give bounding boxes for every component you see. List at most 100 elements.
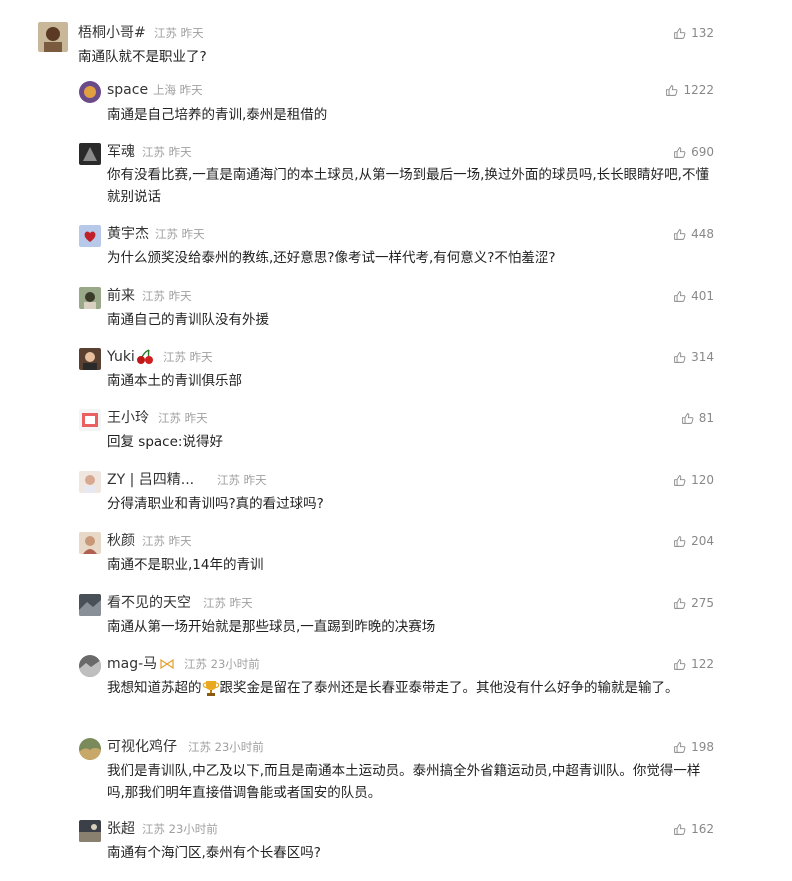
like-button[interactable]: 120 [673,471,714,489]
comment-meta: 江苏 昨天 [154,24,204,42]
reply-to-user[interactable]: space [138,434,178,450]
username[interactable]: 可视化鸡仔 [107,738,177,756]
thumbs-up-icon [674,823,686,835]
like-button[interactable]: 448 [673,225,714,243]
comment-text: 南通队就不是职业了? [78,49,207,65]
like-button[interactable]: 204 [673,532,714,550]
avatar[interactable] [38,22,68,52]
username-text[interactable]: mag-马 [107,656,157,672]
location: 江苏 [154,26,177,40]
location: 江苏 [142,534,165,548]
username[interactable]: 前来 [107,287,135,305]
comment-text: 为什么颁奖没给泰州的教练,还好意思?像考试一样代考,有何意义?不怕羞涩? [107,250,556,266]
username[interactable]: ZY | 吕四精... [107,471,194,489]
avatar[interactable] [79,532,101,554]
thumbs-up-icon [674,290,686,302]
avatar[interactable] [79,655,101,677]
username[interactable]: 秋颜 [107,532,135,550]
comment-meta: 江苏 昨天 [163,348,213,366]
like-button[interactable]: 690 [673,143,714,161]
avatar[interactable] [79,409,101,431]
comment-text: 南通是自己培养的青训,泰州是租借的 [107,107,328,123]
like-button[interactable]: 122 [673,655,714,673]
avatar[interactable] [79,81,101,103]
cherry-icon [136,349,153,364]
like-count: 690 [691,145,714,159]
like-button[interactable]: 275 [673,594,714,612]
location: 江苏 [142,145,165,159]
avatar[interactable] [79,143,101,165]
timestamp: 昨天 [229,596,253,610]
timestamp: 昨天 [189,350,213,364]
location: 江苏 [203,596,226,610]
thumbs-up-icon [674,741,686,753]
timestamp: 昨天 [168,145,192,159]
location: 江苏 [142,822,165,836]
avatar[interactable] [79,820,101,842]
timestamp: 昨天 [180,26,204,40]
avatar[interactable] [79,348,101,370]
thumbs-up-icon [674,658,686,670]
comment-text-part: 跟奖金是留在了泰州还是长春亚泰带走了。其他没有什么好争的输就是输了。 [219,680,679,696]
location: 江苏 [142,289,165,303]
comment-meta: 上海 昨天 [153,81,203,99]
username-text[interactable]: Yuki [107,349,135,365]
ribbon-icon [160,658,174,670]
avatar[interactable] [79,738,101,760]
comment-meta: 江苏 昨天 [155,225,205,243]
like-count: 162 [691,822,714,836]
like-count: 198 [691,740,714,754]
location: 江苏 [155,227,178,241]
like-button[interactable]: 132 [673,24,714,42]
thumbs-up-icon [666,84,678,96]
username[interactable]: 张超 [107,820,135,838]
like-button[interactable]: 1222 [665,81,714,99]
thumbs-up-icon [674,146,686,158]
username[interactable]: space [107,81,148,99]
comment-text: 南通从第一场开始就是那些球员,一直踢到昨晚的决赛场 [107,619,436,635]
comment-text: 南通不是职业,14年的青训 [107,557,264,573]
timestamp: 23小时前 [214,740,264,754]
location: 上海 [153,83,176,97]
like-button[interactable]: 314 [673,348,714,366]
like-button[interactable]: 198 [673,738,714,756]
like-count: 132 [691,26,714,40]
avatar[interactable] [79,471,101,493]
location: 江苏 [163,350,186,364]
comment-meta: 江苏 昨天 [142,287,192,305]
avatar[interactable] [79,594,101,616]
username[interactable]: 黄宇杰 [107,225,149,243]
reply-prefix: 回复 [107,434,134,450]
reply-text: 说得好 [182,434,223,450]
like-button[interactable]: 162 [673,820,714,838]
username[interactable]: mag-马 [107,655,175,673]
comment-text: 南通自己的青训队没有外援 [107,312,269,328]
thumbs-up-icon [674,535,686,547]
like-count: 204 [691,534,714,548]
avatar[interactable] [79,225,101,247]
avatar[interactable] [79,287,101,309]
timestamp: 23小时前 [210,657,260,671]
thumbs-up-icon [674,597,686,609]
comment-meta: 江苏 23小时前 [142,820,218,838]
thumbs-up-icon [674,27,686,39]
comment-text: 回复 space:说得好 [107,434,223,450]
like-button[interactable]: 401 [673,287,714,305]
username[interactable]: 军魂 [107,143,135,161]
timestamp: 昨天 [184,411,208,425]
comment-meta: 江苏 昨天 [158,409,208,427]
thumbs-up-icon [681,412,694,424]
username[interactable]: 看不见的天空 [107,594,191,612]
timestamp: 23小时前 [168,822,218,836]
like-button[interactable]: 81 [681,409,714,427]
username[interactable]: 梧桐小哥# [78,24,146,42]
timestamp: 昨天 [179,83,203,97]
comment-text: 南通有个海门区,泰州有个长春区吗? [107,845,321,861]
thumbs-up-icon [674,351,686,363]
timestamp: 昨天 [243,473,267,487]
timestamp: 昨天 [168,289,192,303]
timestamp: 昨天 [181,227,205,241]
username[interactable]: Yuki [107,348,154,366]
location: 江苏 [158,411,181,425]
username[interactable]: 王小玲 [107,409,149,427]
